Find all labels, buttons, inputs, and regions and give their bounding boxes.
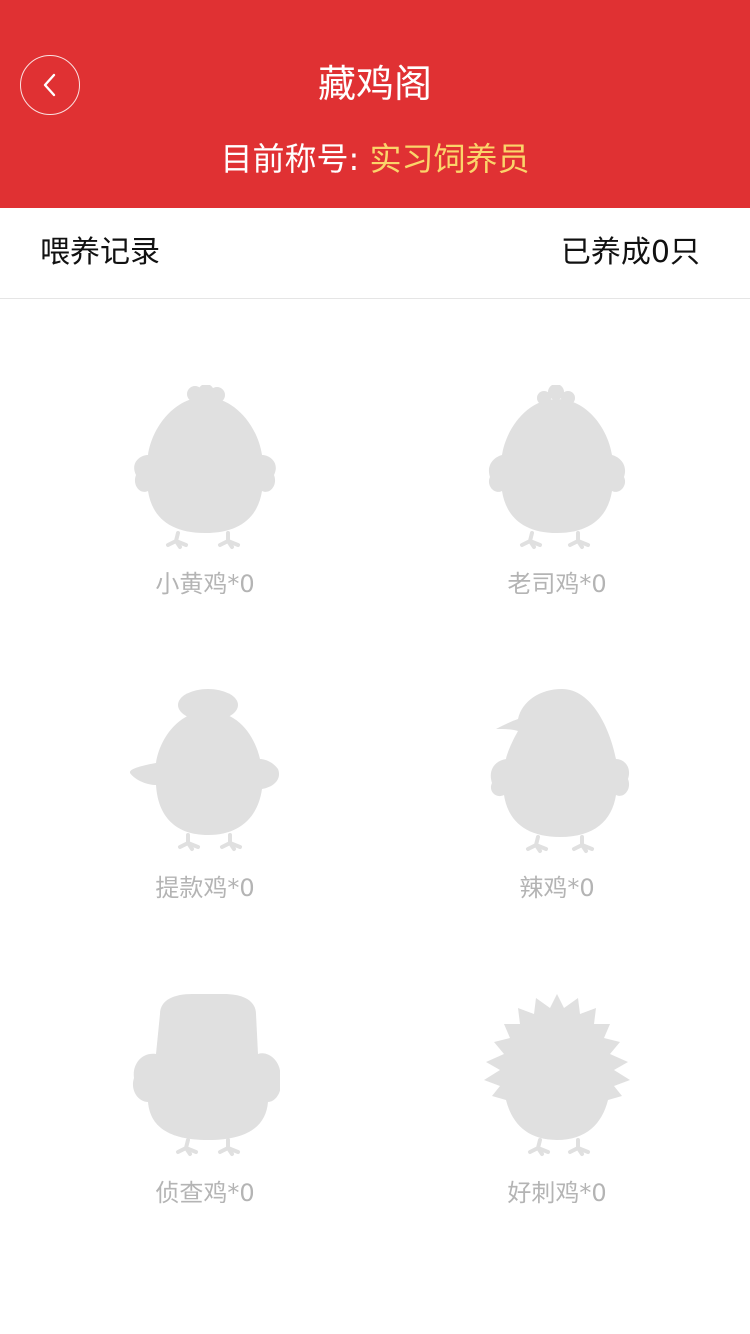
chicken-label: 小黄鸡*0 [155, 570, 255, 598]
chick-hat-silhouette-icon [133, 994, 280, 1156]
feeding-record-bar[interactable]: 喂养记录 已养成0只 [0, 208, 750, 299]
chick-spiky-silhouette-icon [484, 994, 630, 1156]
chick-bun-silhouette-icon [130, 689, 279, 851]
chicken-card[interactable]: 老司鸡*0 [407, 385, 707, 635]
rank-prefix: 目前称号: [220, 140, 370, 178]
raised-count: 已养成0只 [560, 235, 700, 270]
title-rank-line: 目前称号: 实习饲养员 [0, 138, 750, 180]
chicken-label: 好刺鸡*0 [507, 1179, 607, 1207]
chicken-card[interactable]: 辣鸡*0 [407, 689, 707, 939]
chicken-card[interactable]: 小黄鸡*0 [55, 385, 355, 635]
chicken-label: 老司鸡*0 [507, 570, 607, 598]
chicken-label: 侦查鸡*0 [155, 1179, 255, 1207]
chick-silhouette-icon [488, 385, 626, 549]
chicken-card[interactable]: 好刺鸡*0 [407, 994, 707, 1244]
rank-value: 实习饲养员 [369, 140, 530, 178]
chicken-card[interactable]: 提款鸡*0 [55, 689, 355, 939]
chicken-label: 辣鸡*0 [519, 874, 595, 902]
feeding-record-label: 喂养记录 [40, 235, 160, 270]
chicken-card[interactable]: 侦查鸡*0 [55, 994, 355, 1244]
chicken-label: 提款鸡*0 [155, 874, 255, 902]
header-bar: 藏鸡阁 目前称号: 实习饲养员 [0, 0, 750, 208]
chick-silhouette-icon [134, 385, 276, 549]
chick-crest-silhouette-icon [490, 689, 630, 853]
page-title: 藏鸡阁 [317, 62, 432, 106]
